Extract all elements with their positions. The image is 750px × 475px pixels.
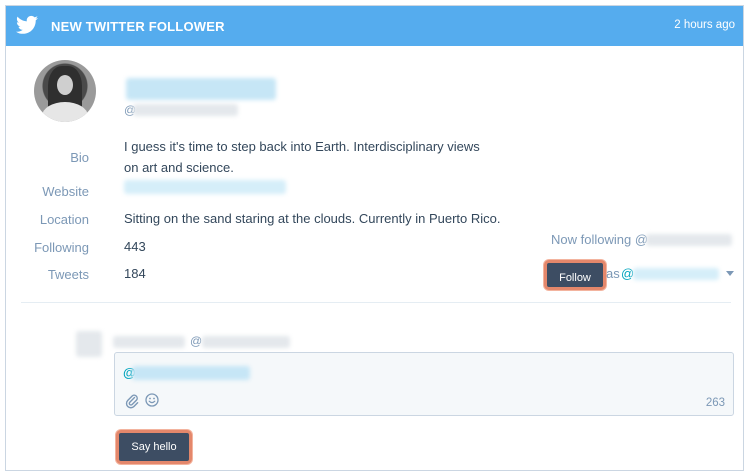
bio-label: Bio (70, 150, 89, 165)
follow-button[interactable]: Follow (544, 260, 606, 290)
website-link-redacted[interactable] (124, 180, 286, 194)
sender-avatar (76, 331, 102, 357)
following-count: 443 (124, 239, 146, 254)
tweets-label: Tweets (47, 267, 89, 282)
now-following-handle-redacted (646, 234, 732, 246)
caret-down-icon[interactable] (726, 271, 734, 276)
character-count: 263 (705, 397, 725, 409)
tweets-count: 184 (124, 266, 146, 281)
card-header: NEW TWITTER FOLLOWER 2 hours ago (6, 6, 743, 46)
follower-handle-redacted (133, 104, 238, 116)
paperclip-icon[interactable] (125, 393, 139, 409)
say-hello-button[interactable]: Say hello (116, 430, 192, 464)
follower-avatar[interactable] (34, 60, 96, 122)
website-label: Website (42, 184, 89, 199)
tweet-compose-box[interactable]: @ 263 (114, 352, 734, 416)
following-label: Following (34, 240, 89, 255)
twitter-bird-icon (16, 15, 38, 34)
location-value: Sitting on the sand staring at the cloud… (124, 211, 501, 226)
notification-time: 2 hours ago (674, 19, 735, 31)
sender-handle-prefix: @ (190, 334, 203, 348)
as-label: as (606, 266, 620, 281)
now-following-text: Now following @ (551, 232, 649, 247)
notification-title: NEW TWITTER FOLLOWER (51, 19, 225, 34)
twitter-follower-card: NEW TWITTER FOLLOWER 2 hours ago @ Bio I… (5, 5, 744, 471)
bio-value: I guess it's time to step back into Eart… (124, 139, 480, 175)
section-divider (21, 302, 731, 303)
sender-name-redacted (113, 336, 185, 348)
account-select-redacted[interactable] (633, 268, 719, 280)
follower-name-redacted[interactable] (126, 78, 276, 100)
location-label: Location (39, 212, 89, 227)
mention-handle-redacted (132, 366, 250, 380)
sender-handle-redacted (202, 336, 290, 348)
smiley-icon[interactable] (145, 393, 159, 407)
